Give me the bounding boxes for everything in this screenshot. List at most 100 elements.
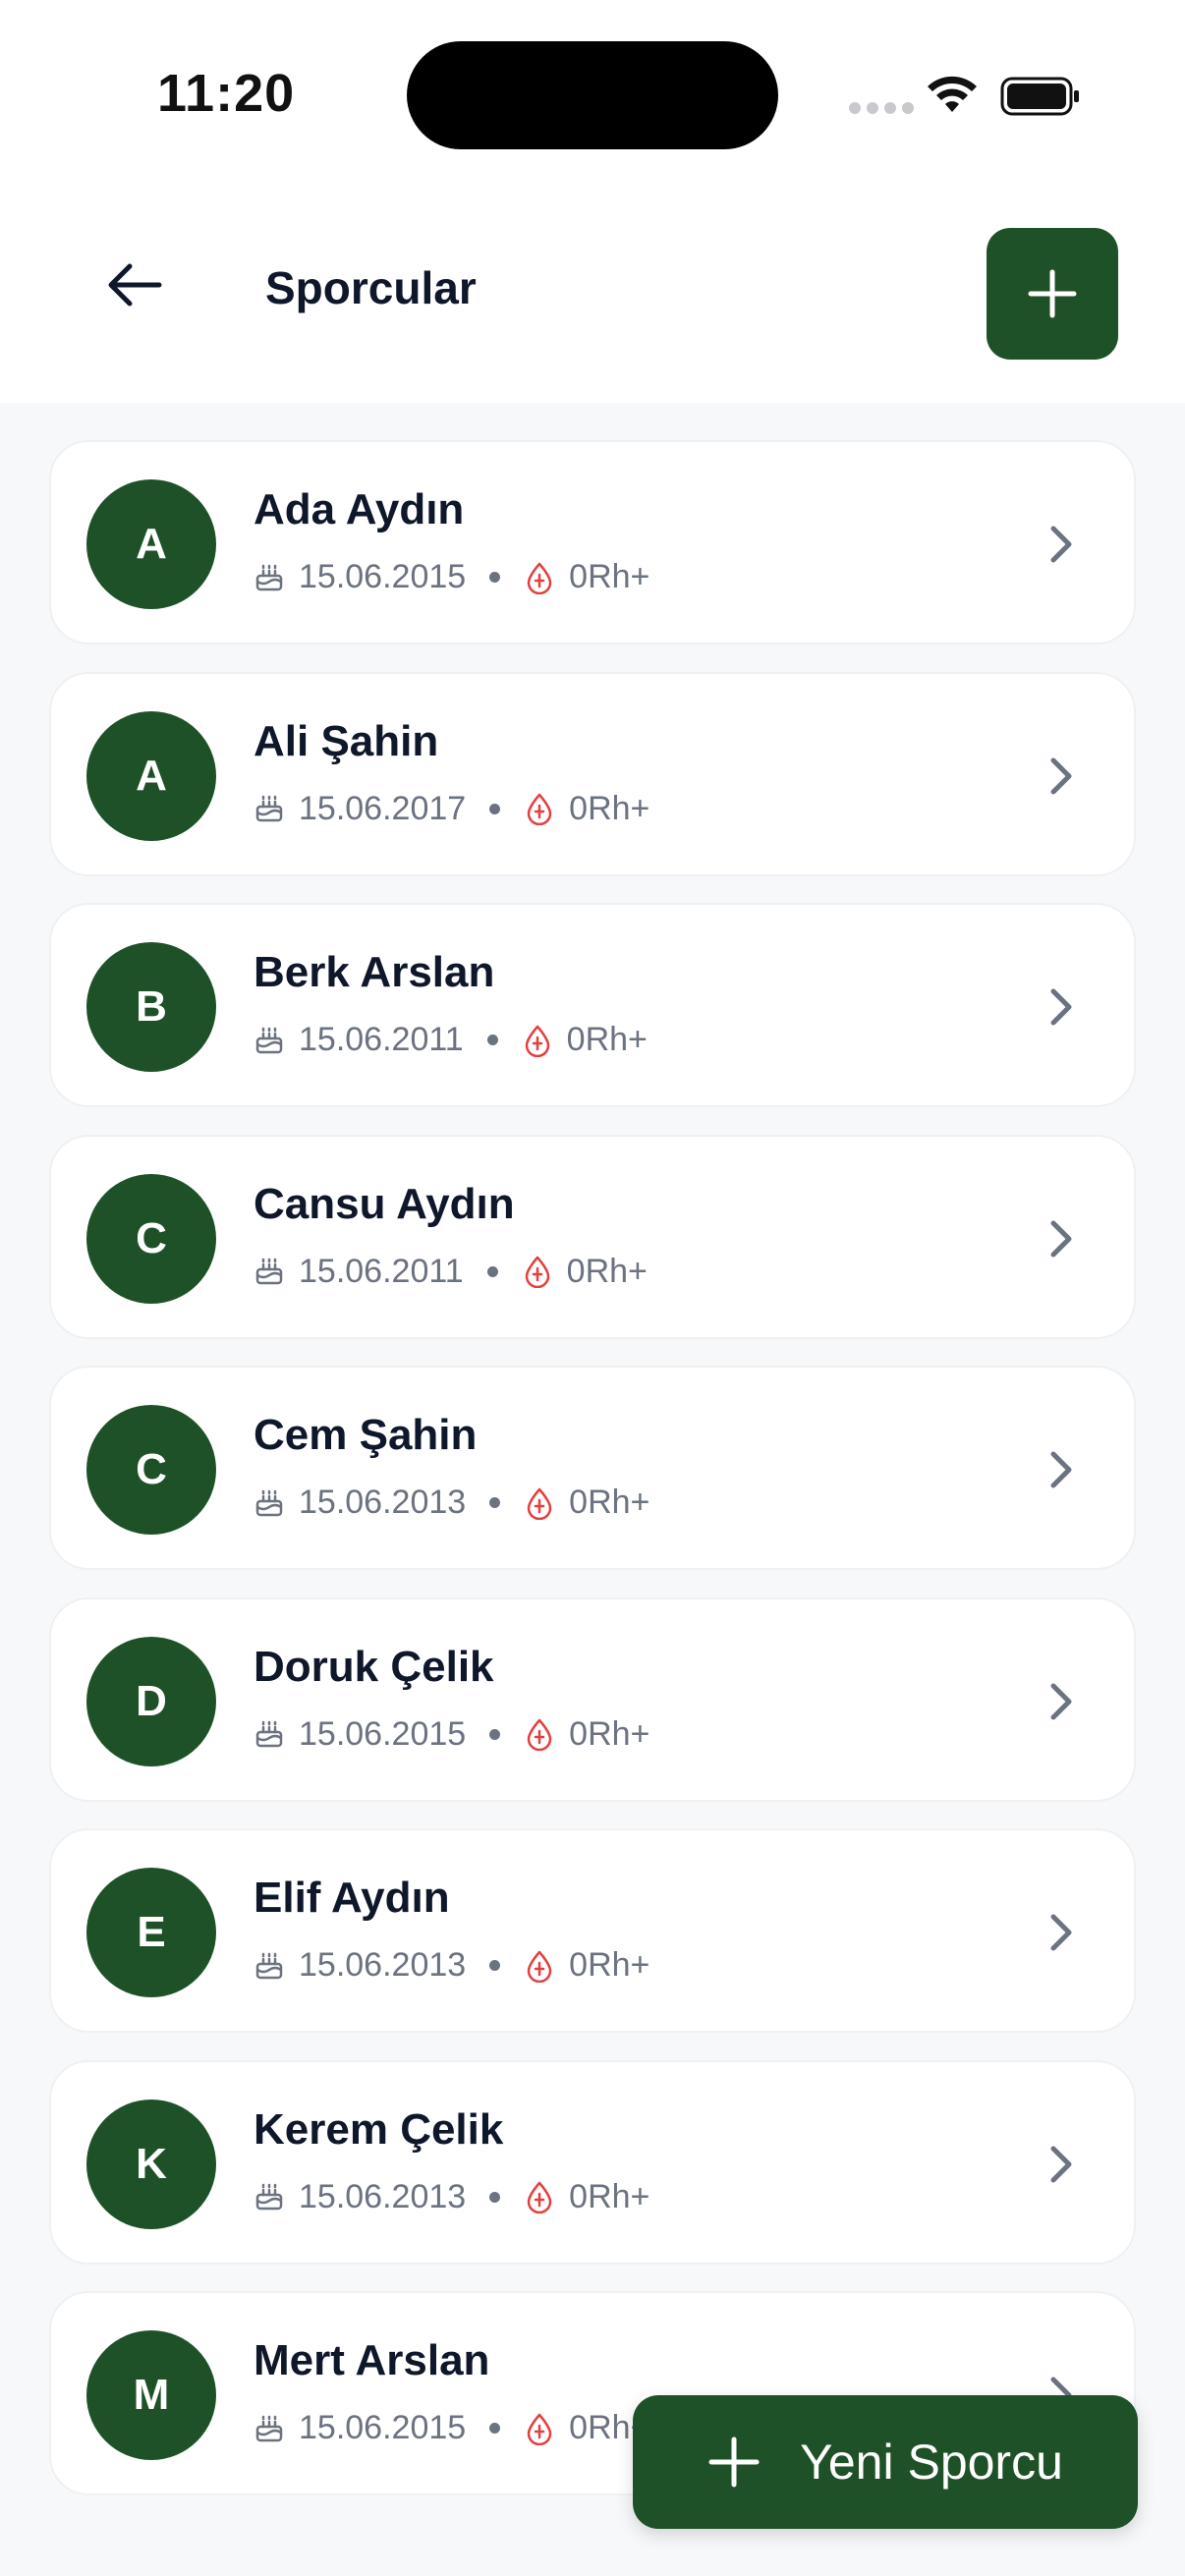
- cake-icon: [255, 1027, 283, 1053]
- plus-icon: [708, 2436, 760, 2488]
- chevron-right-icon: [1050, 988, 1072, 1026]
- athlete-name: Ali Şahin: [254, 716, 439, 765]
- athlete-meta: 15.06.2013 0Rh+: [254, 1946, 649, 1985]
- blood-type: 0Rh+: [569, 1946, 650, 1984]
- athlete-meta: 15.06.2017 0Rh+: [254, 790, 649, 828]
- blood-drop-icon: [527, 1718, 552, 1751]
- athlete-card[interactable]: A Ali Şahin 15.06.2017 0Rh+: [49, 671, 1136, 876]
- avatar: M: [86, 2330, 216, 2460]
- plus-icon: [1028, 269, 1077, 318]
- athlete-meta: 15.06.2015 0Rh+: [254, 2409, 649, 2447]
- cake-icon: [255, 1489, 283, 1516]
- avatar: D: [86, 1636, 216, 1766]
- avatar: B: [86, 942, 216, 1072]
- blood-drop-icon: [527, 2413, 552, 2445]
- chevron-right-icon: [1050, 526, 1072, 563]
- separator-dot: [486, 1265, 498, 1277]
- blood-type: 0Rh+: [566, 1021, 648, 1058]
- app-header: Sporcular: [0, 187, 1185, 403]
- athlete-card[interactable]: K Kerem Çelik 15.06.2013 0Rh+: [49, 2059, 1136, 2265]
- athlete-name: Cem Şahin: [254, 1411, 478, 1459]
- status-time: 11:20: [157, 64, 296, 123]
- separator-dot: [489, 2423, 501, 2434]
- arrow-left-icon: [108, 263, 162, 307]
- athlete-card[interactable]: C Cem Şahin 15.06.2013 0Rh+: [49, 1366, 1136, 1570]
- blood-type: 0Rh+: [569, 1714, 650, 1753]
- birth-date: 15.06.2013: [299, 2177, 467, 2215]
- separator-dot: [489, 1497, 501, 1508]
- athlete-name: Cansu Aydın: [254, 1179, 515, 1228]
- blood-drop-icon: [527, 793, 552, 825]
- status-bar: 11:20: [0, 0, 1185, 187]
- cake-icon: [255, 2183, 283, 2211]
- athlete-name: Elif Aydın: [254, 1874, 450, 1922]
- birth-date: 15.06.2013: [299, 1946, 467, 1984]
- chevron-right-icon: [1050, 1220, 1072, 1257]
- birth-date: 15.06.2013: [299, 1484, 467, 1521]
- athlete-meta: 15.06.2011 0Rh+: [254, 1253, 648, 1291]
- separator-dot: [486, 1035, 498, 1045]
- cake-icon: [255, 1952, 283, 1979]
- add-athlete-button[interactable]: [987, 228, 1118, 360]
- birth-date: 15.06.2017: [299, 789, 467, 827]
- chevron-right-icon: [1050, 1683, 1072, 1719]
- cake-icon: [255, 795, 283, 822]
- athlete-name: Doruk Çelik: [254, 1642, 494, 1691]
- chevron-right-icon: [1050, 1451, 1072, 1488]
- avatar: C: [86, 1405, 216, 1535]
- athlete-name: Berk Arslan: [254, 948, 495, 996]
- athlete-name: Ada Aydın: [254, 485, 465, 533]
- avatar: E: [86, 1868, 216, 1997]
- cake-icon: [255, 564, 283, 590]
- page-title: Sporcular: [265, 262, 477, 313]
- avatar: K: [86, 2099, 216, 2229]
- cake-icon: [255, 1720, 283, 1748]
- battery-icon: [1000, 77, 1079, 116]
- blood-drop-icon: [525, 1025, 549, 1057]
- blood-type: 0Rh+: [569, 2177, 650, 2215]
- separator-dot: [489, 1960, 501, 1971]
- chevron-right-icon: [1050, 2146, 1072, 2182]
- blood-drop-icon: [527, 562, 552, 594]
- cellular-signal-icon: [849, 102, 914, 114]
- blood-drop-icon: [525, 1256, 549, 1288]
- avatar: A: [86, 710, 216, 841]
- separator-dot: [489, 1728, 501, 1740]
- athlete-meta: 15.06.2011 0Rh+: [254, 1021, 648, 1059]
- chevron-right-icon: [1050, 1914, 1072, 1951]
- back-button[interactable]: [94, 246, 173, 324]
- fab-label: Yeni Sporcu: [800, 2435, 1063, 2490]
- screen: 11:20 Sporcular A Ada Aydın 15.06.2015 0…: [0, 0, 1185, 2576]
- cake-icon: [255, 1258, 283, 1285]
- blood-type: 0Rh+: [569, 1484, 650, 1521]
- athlete-card[interactable]: E Elif Aydın 15.06.2013 0Rh+: [49, 1828, 1136, 2033]
- avatar: A: [86, 479, 216, 609]
- birth-date: 15.06.2011: [299, 1021, 464, 1058]
- birth-date: 15.06.2015: [299, 1714, 467, 1753]
- cake-icon: [255, 2415, 283, 2441]
- birth-date: 15.06.2015: [299, 558, 467, 595]
- blood-type: 0Rh+: [569, 558, 650, 595]
- birth-date: 15.06.2011: [299, 1252, 464, 1290]
- athlete-meta: 15.06.2013 0Rh+: [254, 2178, 649, 2216]
- athlete-card[interactable]: A Ada Aydın 15.06.2015 0Rh+: [49, 440, 1136, 644]
- athlete-meta: 15.06.2015 0Rh+: [254, 1715, 649, 1754]
- athlete-meta: 15.06.2015 0Rh+: [254, 558, 649, 596]
- separator-dot: [489, 803, 501, 814]
- athlete-card[interactable]: D Doruk Çelik 15.06.2015 0Rh+: [49, 1596, 1136, 1802]
- athlete-card[interactable]: B Berk Arslan 15.06.2011 0Rh+: [49, 903, 1136, 1107]
- athlete-meta: 15.06.2013 0Rh+: [254, 1484, 649, 1522]
- blood-drop-icon: [527, 2181, 552, 2213]
- athlete-list: A Ada Aydın 15.06.2015 0Rh+ A Ali Şahin: [49, 440, 1136, 2523]
- birth-date: 15.06.2015: [299, 2409, 467, 2446]
- blood-drop-icon: [527, 1950, 552, 1983]
- avatar: C: [86, 1173, 216, 1304]
- athlete-card[interactable]: C Cansu Aydın 15.06.2011 0Rh+: [49, 1134, 1136, 1339]
- new-athlete-fab[interactable]: Yeni Sporcu: [633, 2395, 1138, 2529]
- separator-dot: [489, 572, 501, 583]
- blood-drop-icon: [527, 1487, 552, 1520]
- athlete-name: Mert Arslan: [254, 2336, 490, 2384]
- wifi-icon: [928, 76, 977, 112]
- chevron-right-icon: [1050, 757, 1072, 794]
- dynamic-island: [407, 41, 778, 149]
